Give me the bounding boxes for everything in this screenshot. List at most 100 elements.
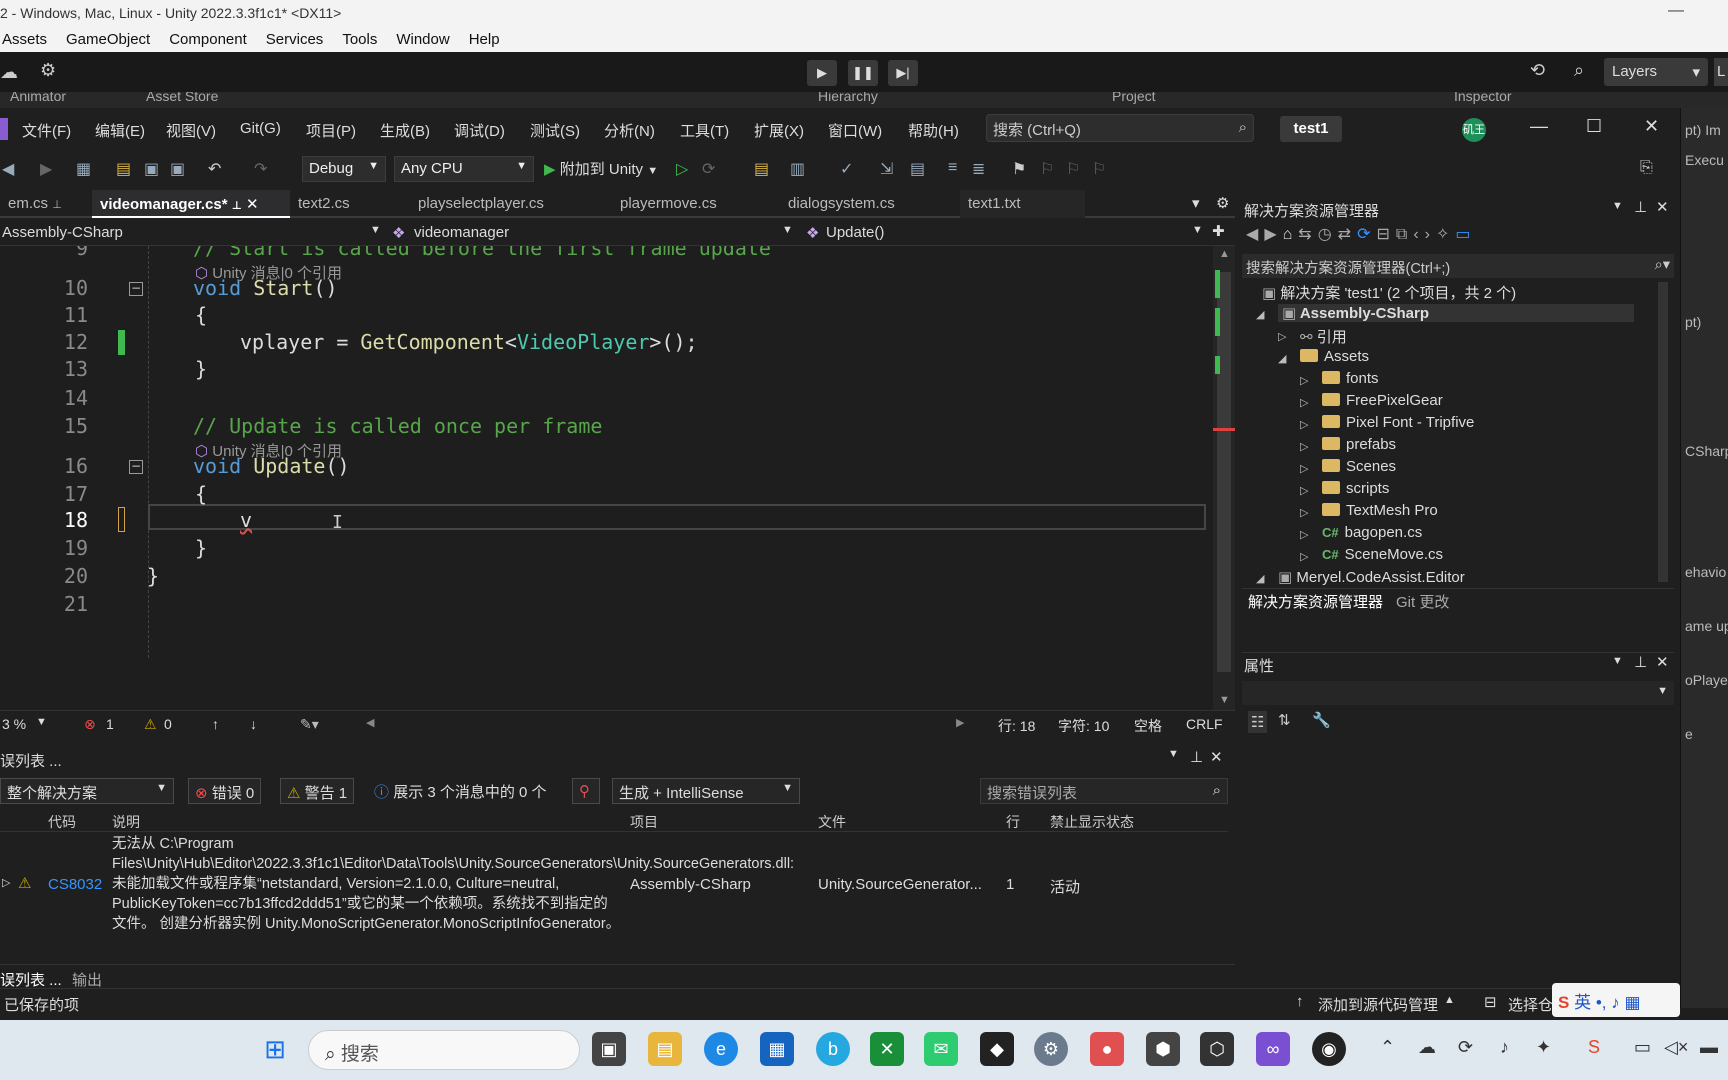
- bookmark-next-icon[interactable]: ⚐: [1066, 159, 1080, 179]
- back-icon[interactable]: ◀: [1246, 226, 1264, 243]
- task-view-icon[interactable]: ▣: [592, 1032, 626, 1066]
- step-button[interactable]: ▶|: [888, 60, 918, 86]
- pending-changes-icon[interactable]: ◷: [1318, 226, 1338, 243]
- add-source-control-button[interactable]: 添加到源代码管理: [1318, 994, 1438, 1015]
- tab-dialogsystem[interactable]: dialogsystem.cs: [780, 190, 960, 218]
- spellcheck-icon[interactable]: ✓: [840, 159, 853, 179]
- collapsed-icon[interactable]: ▷: [1300, 374, 1308, 387]
- refresh-icon[interactable]: ⟳: [1357, 226, 1376, 243]
- tab-animator[interactable]: Animator: [10, 92, 66, 104]
- source-dropdown[interactable]: 生成 + IntelliSense ▼: [612, 778, 800, 804]
- split-icon[interactable]: ✚: [1212, 222, 1225, 240]
- attach-unity-button[interactable]: ▶ 附加到 Unity ▼: [544, 158, 658, 179]
- chevron-up-icon[interactable]: ▲: [1444, 994, 1455, 1006]
- pin-icon[interactable]: ⊥: [1634, 198, 1647, 216]
- taskbar-search-input[interactable]: ⌕ 搜索: [308, 1030, 580, 1070]
- battery-icon[interactable]: ▬: [1700, 1037, 1718, 1058]
- play-button[interactable]: ▶: [807, 60, 837, 86]
- settings-icon[interactable]: ⚙: [40, 60, 56, 81]
- code-icon[interactable]: ‹›: [1413, 226, 1436, 243]
- menu-extensions[interactable]: 扩展(X): [754, 120, 804, 141]
- redo-icon[interactable]: ↷: [254, 159, 267, 179]
- bookmark-icon[interactable]: ⚑: [1012, 159, 1026, 179]
- arrow-down-icon[interactable]: ↓: [250, 716, 257, 732]
- toolbar-icon[interactable]: ▤: [910, 159, 925, 179]
- home-icon[interactable]: ⌂: [1283, 226, 1299, 243]
- undo-icon[interactable]: ↶: [208, 159, 221, 179]
- tree-item-scenes[interactable]: Scenes: [1322, 458, 1396, 475]
- close-icon[interactable]: ✕: [1644, 116, 1659, 137]
- whitespace-indicator[interactable]: 空格: [1134, 716, 1162, 736]
- menu-help[interactable]: 帮助(H): [908, 120, 959, 141]
- tab-em-cs[interactable]: em.cs ⊥: [0, 190, 90, 218]
- edge-icon[interactable]: e: [704, 1032, 738, 1066]
- collapsed-icon[interactable]: ▷: [1300, 484, 1308, 497]
- maximize-icon[interactable]: ☐: [1586, 116, 1602, 137]
- chevron-up-icon[interactable]: ⌃: [1380, 1037, 1395, 1058]
- scroll-down-icon[interactable]: ▼: [1219, 694, 1230, 706]
- menu-analyze[interactable]: 分析(N): [604, 120, 655, 141]
- tree-item-bagopen[interactable]: C# bagopen.cs: [1322, 524, 1422, 541]
- wechat-icon[interactable]: ✉: [924, 1032, 958, 1066]
- solution-name-badge[interactable]: test1: [1280, 116, 1342, 142]
- tab-git-changes[interactable]: Git 更改: [1396, 591, 1449, 612]
- collapsed-icon[interactable]: ▷: [1300, 550, 1308, 563]
- file-explorer-icon[interactable]: ▤: [648, 1032, 682, 1066]
- column-indicator[interactable]: 字符: 10: [1058, 716, 1109, 736]
- code-editor[interactable]: 9 // Start is called before the first fr…: [0, 246, 1213, 710]
- tab-text1[interactable]: text1.txt: [960, 190, 1085, 218]
- menu-view[interactable]: 视图(V): [166, 120, 216, 141]
- tab-playselectplayer[interactable]: playselectplayer.cs: [410, 190, 610, 218]
- wrench-icon[interactable]: ✧: [1436, 226, 1455, 243]
- tab-playermove[interactable]: playermove.cs: [612, 190, 782, 218]
- close-icon[interactable]: ✕: [1656, 198, 1669, 216]
- menu-project[interactable]: 项目(P): [306, 120, 356, 141]
- live-share-icon[interactable]: ⎘: [1640, 159, 1653, 177]
- solution-search-input[interactable]: 搜索解决方案资源管理器(Ctrl+;) ⌕▾: [1242, 254, 1674, 278]
- step-icon[interactable]: ⇲: [880, 159, 893, 179]
- pin-icon[interactable]: ⊥: [1190, 748, 1203, 766]
- tray-app-icon[interactable]: ✦: [1536, 1037, 1551, 1058]
- zoom-level[interactable]: 3 %: [2, 716, 26, 732]
- indent-icon[interactable]: ≡: [948, 159, 957, 177]
- menu-test[interactable]: 测试(S): [530, 120, 580, 141]
- platform-dropdown[interactable]: Any CPU ▼: [394, 156, 534, 182]
- expand-icon[interactable]: ▷: [2, 876, 10, 889]
- forward-icon[interactable]: ▶: [1264, 226, 1282, 243]
- column-code[interactable]: 代码: [48, 812, 76, 832]
- sogou-icon[interactable]: S: [1588, 1037, 1600, 1058]
- scroll-up-icon[interactable]: ▲: [1219, 248, 1230, 260]
- menu-build[interactable]: 生成(B): [380, 120, 430, 141]
- tree-item-references[interactable]: ⚯ 引用: [1300, 326, 1347, 347]
- pin-icon[interactable]: ⊥: [1634, 653, 1647, 671]
- expanded-icon[interactable]: ◢: [1256, 308, 1264, 321]
- nav-class[interactable]: videomanager: [414, 224, 509, 241]
- layout-dropdown[interactable]: L: [1714, 58, 1728, 86]
- tab-overflow-icon[interactable]: ▾: [1192, 194, 1200, 212]
- sync-icon[interactable]: ⇄: [1338, 226, 1357, 243]
- menu-debug[interactable]: 调试(D): [454, 120, 505, 141]
- warnings-filter-button[interactable]: ⚠ 警告 1: [280, 778, 355, 804]
- folder-icon[interactable]: ▤: [754, 159, 769, 179]
- select-repository-button[interactable]: 选择仓: [1508, 994, 1553, 1015]
- minimize-icon[interactable]: —: [1530, 116, 1548, 137]
- messages-filter-button[interactable]: ⓘ 展示 3 个消息中的 0 个: [368, 778, 553, 804]
- onedrive-icon[interactable]: ☁: [1418, 1037, 1436, 1058]
- tree-item-scenemove[interactable]: C# SceneMove.cs: [1322, 546, 1443, 563]
- arrow-up-icon[interactable]: ↑: [212, 716, 219, 732]
- collapsed-icon[interactable]: ▷: [1300, 462, 1308, 475]
- network-icon[interactable]: ▭: [1634, 1037, 1651, 1058]
- xbox-icon[interactable]: ✕: [870, 1032, 904, 1066]
- menu-edit[interactable]: 编辑(E): [95, 120, 145, 141]
- save-icon[interactable]: ▣: [144, 159, 159, 179]
- game-icon[interactable]: ◆: [980, 1032, 1014, 1066]
- unity-menu-component[interactable]: Component: [169, 31, 247, 48]
- store-icon[interactable]: ▦: [760, 1032, 794, 1066]
- history-icon[interactable]: ⟲: [1530, 60, 1545, 81]
- expanded-icon[interactable]: ◢: [1256, 572, 1264, 585]
- unity-menu-services[interactable]: Services: [266, 31, 324, 48]
- collapsed-icon[interactable]: ▷: [1300, 528, 1308, 541]
- pin-icon[interactable]: ⊥: [52, 199, 62, 211]
- unity-menu-gameobject[interactable]: GameObject: [66, 31, 150, 48]
- column-suppression[interactable]: 禁止显示状态: [1050, 812, 1134, 832]
